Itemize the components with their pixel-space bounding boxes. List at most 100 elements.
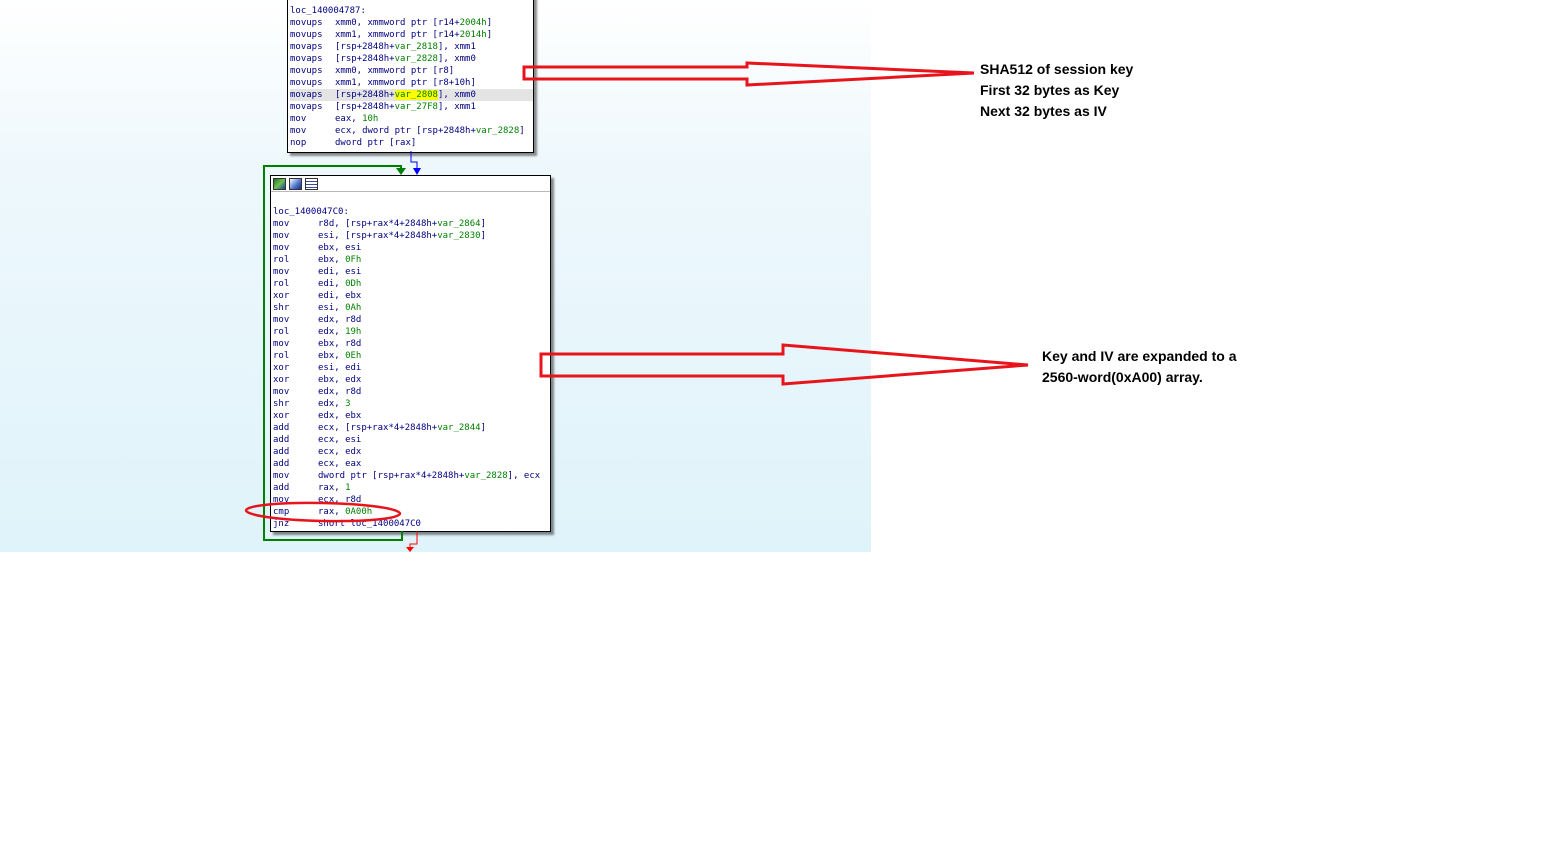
operand: ] <box>480 423 486 433</box>
instruction-line[interactable]: mov dword ptr [rsp+rax*4+2848h+var_2828],… <box>273 470 550 482</box>
instruction-line[interactable]: movaps [rsp+2848h+var_2808], xmm0 <box>290 89 533 101</box>
annotation-line: 2560-word(0xA00) array. <box>1042 369 1203 385</box>
instruction-line[interactable]: movups xmm0, xmmword ptr [r8] <box>290 65 533 77</box>
mnemonic: mov <box>290 114 307 124</box>
instruction-line[interactable]: rol ebx, 0Eh <box>273 350 550 362</box>
instruction-list: movups xmm0, xmmword ptr [r14+2004h] movup… <box>290 17 533 149</box>
instruction-line[interactable]: jnz short loc_1400047C0 <box>273 518 550 530</box>
instruction-line[interactable]: mov ecx, dword ptr [rsp+2848h+var_2828] <box>290 125 533 137</box>
variable-operand[interactable]: var_27F8 <box>395 102 438 112</box>
instruction-line[interactable]: mov edx, r8d <box>273 314 550 326</box>
instruction-line[interactable]: mov edx, r8d <box>273 386 550 398</box>
numeric-operand: 0Eh <box>345 351 362 361</box>
operand: ecx, edx <box>318 447 362 457</box>
instruction-line[interactable]: add ecx, eax <box>273 458 550 470</box>
operand: edx, r8d <box>318 315 362 325</box>
instruction-line[interactable]: cmp rax, 0A00h <box>273 506 550 518</box>
code-block-loc-140004787[interactable]: loc_140004787: movups xmm0, xmmword ptr [… <box>287 0 534 153</box>
mnemonic: mov <box>273 339 290 349</box>
instruction-line[interactable]: xor edi, ebx <box>273 290 550 302</box>
operand: ecx, dword ptr [rsp+2848h+ <box>335 126 476 136</box>
variable-operand[interactable]: var_2844 <box>437 423 480 433</box>
numeric-operand: 19h <box>345 327 362 337</box>
operand: ecx, esi <box>318 435 362 445</box>
instruction-line[interactable]: xor edx, ebx <box>273 410 550 422</box>
mnemonic: mov <box>273 267 290 277</box>
operand: edi, esi <box>318 267 362 277</box>
variable-operand[interactable]: var_2830 <box>437 231 480 241</box>
block-label[interactable]: loc_140004787: <box>290 5 533 17</box>
mnemonic: mov <box>273 219 290 229</box>
instruction-line[interactable]: mov ecx, r8d <box>273 494 550 506</box>
mnemonic: mov <box>273 471 290 481</box>
operand: ebx, <box>318 255 346 265</box>
text-view-icon[interactable] <box>305 178 318 190</box>
instruction-line[interactable]: xor esi, edi <box>273 362 550 374</box>
numeric-operand: 1 <box>345 483 351 493</box>
instruction-line[interactable]: add rax, 1 <box>273 482 550 494</box>
instruction-line[interactable]: add ecx, esi <box>273 434 550 446</box>
mnemonic: mov <box>290 126 307 136</box>
operand: short loc_1400047C0 <box>318 519 421 529</box>
variable-operand[interactable]: var_2864 <box>437 219 480 229</box>
numeric-operand: 3 <box>345 399 351 409</box>
instruction-line[interactable]: rol ebx, 0Fh <box>273 254 550 266</box>
operand: ] <box>480 231 486 241</box>
instruction-line[interactable]: movups xmm1, xmmword ptr [r14+2014h] <box>290 29 533 41</box>
code-block-loc-1400047c0[interactable]: loc_1400047C0: mov r8d, [rsp+rax*4+2848h+… <box>270 175 551 532</box>
instruction-line[interactable]: mov esi, [rsp+rax*4+2848h+var_2830] <box>273 230 550 242</box>
operand: [rsp+2848h+ <box>335 102 395 112</box>
numeric-operand: 2004h <box>459 18 487 28</box>
instruction-line[interactable]: mov ebx, r8d <box>273 338 550 350</box>
instruction-line[interactable]: mov eax, 10h <box>290 113 533 125</box>
annotation-line: Next 32 bytes as IV <box>980 103 1107 119</box>
instruction-line[interactable]: xor ebx, edx <box>273 374 550 386</box>
annotation-line: SHA512 of session key <box>980 61 1134 77</box>
mnemonic: xor <box>273 291 290 301</box>
instruction-line[interactable]: movups xmm1, xmmword ptr [r8+10h] <box>290 77 533 89</box>
operand: xmm1, xmmword ptr [r14+ <box>335 30 460 40</box>
instruction-line[interactable]: rol edx, 19h <box>273 326 550 338</box>
mnemonic: cmp <box>273 507 290 517</box>
instruction-line[interactable]: mov ebx, esi <box>273 242 550 254</box>
variable-operand[interactable]: var_2828 <box>476 126 519 136</box>
mnemonic: rol <box>273 327 290 337</box>
operand: rax, <box>318 483 346 493</box>
instruction-line[interactable]: movups xmm0, xmmword ptr [r14+2004h] <box>290 17 533 29</box>
instruction-line[interactable]: rol edi, 0Dh <box>273 278 550 290</box>
instruction-line[interactable]: mov edi, esi <box>273 266 550 278</box>
mnemonic: add <box>273 423 290 433</box>
mnemonic: movups <box>290 18 323 28</box>
block-header-toolbar <box>271 176 550 192</box>
operand: ebx, esi <box>318 243 362 253</box>
mnemonic: xor <box>273 375 290 385</box>
mnemonic: add <box>273 459 290 469</box>
instruction-line[interactable]: nop dword ptr [rax] <box>290 137 533 149</box>
operand: edi, <box>318 279 346 289</box>
variable-operand[interactable]: var_2828 <box>395 54 438 64</box>
instruction-line[interactable]: movaps [rsp+2848h+var_27F8], xmm1 <box>290 101 533 113</box>
numeric-operand: 0A00h <box>345 507 373 517</box>
edit-graph-icon[interactable] <box>289 178 302 190</box>
mnemonic: rol <box>273 351 290 361</box>
mnemonic: mov <box>273 315 290 325</box>
variable-operand[interactable]: var_2818 <box>395 42 438 52</box>
instruction-line[interactable]: add ecx, edx <box>273 446 550 458</box>
mnemonic: movups <box>290 78 323 88</box>
variable-operand[interactable]: var_2828 <box>464 471 507 481</box>
annotation-line: First 32 bytes as Key <box>980 82 1120 98</box>
instruction-line[interactable]: shr esi, 0Ah <box>273 302 550 314</box>
graph-icon[interactable] <box>273 178 286 190</box>
operand: esi, <box>318 303 346 313</box>
block-label[interactable]: loc_1400047C0: <box>273 206 550 218</box>
variable-operand[interactable]: var_2808 <box>394 90 438 100</box>
instruction-line[interactable]: mov r8d, [rsp+rax*4+2848h+var_2864] <box>273 218 550 230</box>
operand: xmm0, xmmword ptr [r14+ <box>335 18 460 28</box>
instruction-line[interactable]: movaps [rsp+2848h+var_2828], xmm0 <box>290 53 533 65</box>
instruction-line[interactable]: shr edx, 3 <box>273 398 550 410</box>
instruction-line[interactable]: add ecx, [rsp+rax*4+2848h+var_2844] <box>273 422 550 434</box>
mnemonic: mov <box>273 231 290 241</box>
instruction-line[interactable]: movaps [rsp+2848h+var_2818], xmm1 <box>290 41 533 53</box>
operand: [rsp+2848h+ <box>335 54 395 64</box>
operand: dword ptr [rsp+rax*4+2848h+ <box>318 471 465 481</box>
